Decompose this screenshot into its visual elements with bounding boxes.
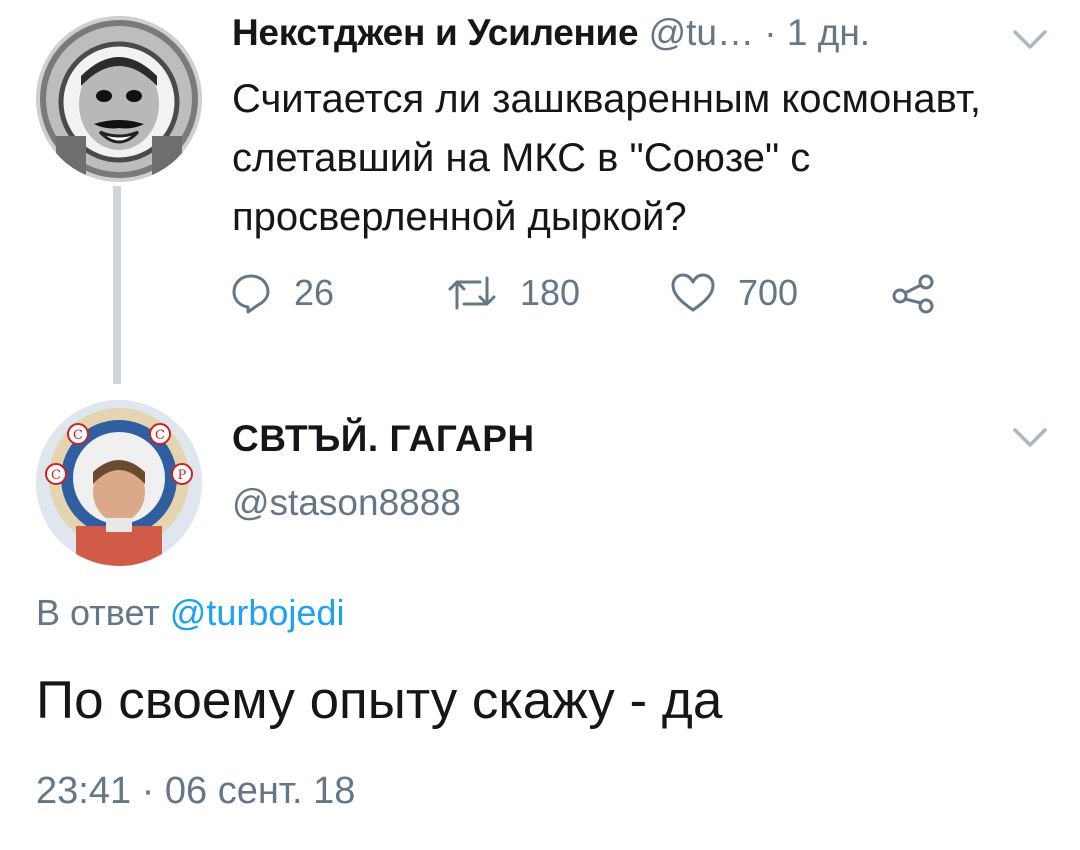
retweet-count: 180	[520, 272, 581, 313]
avatar-letter: Р	[178, 468, 187, 483]
like-button[interactable]: 700	[670, 272, 798, 314]
thread-line	[113, 186, 121, 384]
avatar-letter: С	[73, 428, 83, 443]
in-reply-handle-link[interactable]: @turbojedi	[170, 592, 345, 633]
retweet-icon	[448, 276, 496, 310]
parent-tweet-header: Некстджен и Усиление @tu… · 1 дн.	[232, 12, 1056, 62]
reply-author-avatar[interactable]: С С С Р	[36, 400, 202, 566]
reply-icon	[232, 274, 270, 314]
reply-count: 26	[294, 272, 335, 313]
header-separator: ·	[764, 12, 777, 53]
heart-icon	[671, 273, 715, 312]
reply-button[interactable]: 26	[230, 272, 334, 314]
tweet-actions: 26 180 700	[230, 272, 990, 322]
share-button[interactable]	[890, 272, 960, 314]
reply-tweet-text: По своему опыту скажу - да	[36, 671, 723, 730]
parent-author-avatar[interactable]	[36, 16, 202, 182]
gagarin-icon-avatar-image: С С С Р	[36, 400, 202, 566]
retweet-button[interactable]: 180	[446, 272, 580, 314]
reply-tweet-timestamp[interactable]: 23:41 · 06 сент. 18	[36, 770, 355, 813]
share-icon	[892, 274, 934, 314]
parent-author-name[interactable]: Некстджен и Усиление	[232, 12, 639, 53]
in-reply-prefix: В ответ	[36, 592, 160, 633]
chevron-down-icon[interactable]	[1012, 28, 1048, 52]
parent-tweet-time[interactable]: 1 дн.	[787, 12, 870, 53]
avatar-letter: С	[51, 468, 61, 483]
avatar-letter: С	[155, 428, 165, 443]
parent-tweet-text: Считается ли зашкваренным космонавт, сле…	[232, 77, 982, 239]
reply-author-handle[interactable]: @stason8888	[232, 482, 461, 524]
in-reply-to: В ответ @turbojedi	[36, 592, 344, 634]
parent-author-handle[interactable]: @tu…	[649, 12, 754, 53]
like-count: 700	[738, 272, 799, 313]
astronaut-avatar-image	[36, 16, 202, 182]
chevron-down-icon[interactable]	[1012, 426, 1048, 450]
reply-author-name[interactable]: СВТЪЙ. ГАГАРН	[232, 418, 535, 460]
